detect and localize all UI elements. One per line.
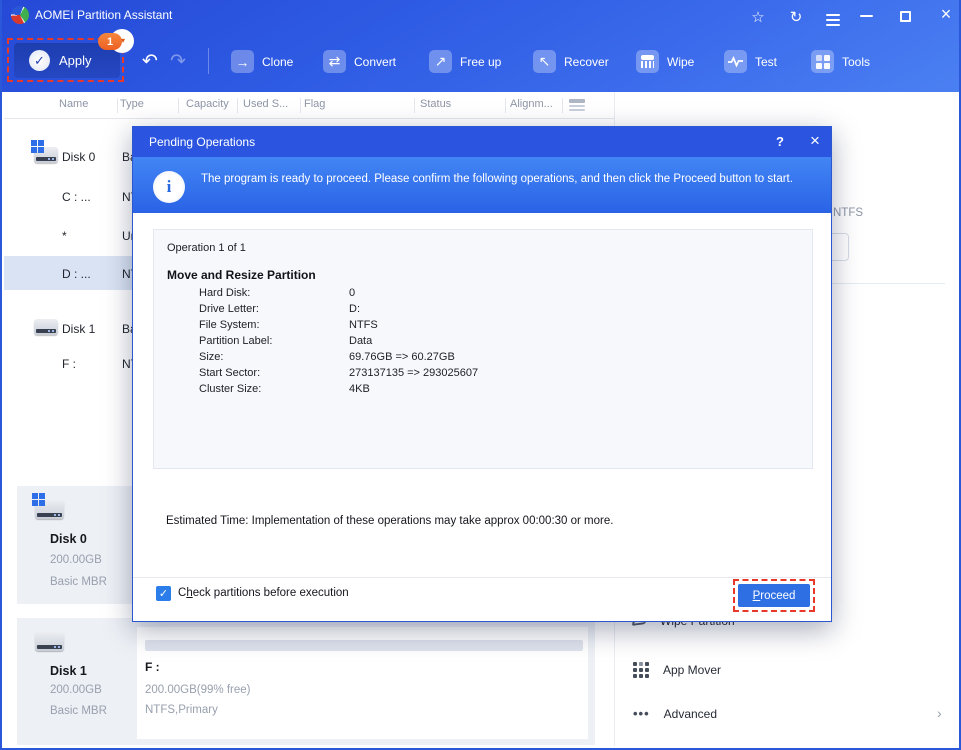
dialog-help-button[interactable]: ? xyxy=(771,134,789,149)
refresh-icon[interactable]: ↻ xyxy=(786,8,806,26)
chevron-right-icon[interactable]: › xyxy=(937,705,942,721)
recover-icon: ↖ xyxy=(533,50,556,73)
column-header-used[interactable]: Used S... xyxy=(243,98,288,110)
apply-badge-count[interactable]: 1 xyxy=(98,33,122,50)
column-header-capacity[interactable]: Capacity xyxy=(186,98,229,110)
pending-operations-dialog: Pending Operations ? × i The program is … xyxy=(132,126,832,622)
convert-icon: ⇄ xyxy=(323,50,346,73)
disk1-card-icon xyxy=(35,632,64,651)
dialog-banner: i The program is ready to proceed. Pleas… xyxy=(133,157,831,213)
maximize-button[interactable] xyxy=(900,11,920,22)
table-row-unallocated[interactable]: * xyxy=(62,229,67,243)
toolbar-freeup-button[interactable]: ↗ Free up xyxy=(429,50,501,73)
column-header-type[interactable]: Type xyxy=(120,98,144,110)
star-icon[interactable]: ☆ xyxy=(748,8,768,26)
undo-button[interactable]: ↶ xyxy=(142,50,158,73)
proceed-button[interactable]: Proceed xyxy=(738,584,810,607)
wipe-icon xyxy=(636,50,659,73)
toolbar-recover-button[interactable]: ↖ Recover xyxy=(533,50,609,73)
toolbar-wipe-button[interactable]: Wipe xyxy=(636,50,694,73)
filesystem-fragment: NTFS xyxy=(833,207,864,219)
info-icon: i xyxy=(153,171,185,203)
op-field: Drive Letter: D: xyxy=(199,303,360,315)
title-toolbar-band: AOMEI Partition Assistant ☆ ↻ × ✓ Apply … xyxy=(2,0,959,92)
op-field: Cluster Size: 4KB xyxy=(199,383,370,395)
partition-f-usage-bar xyxy=(145,640,583,651)
apply-badge-caret-icon[interactable]: ▾ xyxy=(121,36,125,45)
op-field: Start Sector: 273137135 => 293025607 xyxy=(199,367,479,379)
column-header-status[interactable]: Status xyxy=(420,98,451,110)
table-row-f[interactable]: F : xyxy=(62,357,76,371)
op-field: Partition Label: Data xyxy=(199,335,373,347)
toolbar-separator xyxy=(208,48,209,74)
menu-item-advanced[interactable]: ••• Advanced xyxy=(633,706,717,721)
check-partitions-label[interactable]: Check partitions before execution xyxy=(178,587,349,599)
toolbar-tools-button[interactable]: Tools xyxy=(811,50,870,73)
footer-divider xyxy=(133,577,831,578)
menu-item-app-mover[interactable]: App Mover xyxy=(633,662,721,678)
disk0-icon xyxy=(31,140,58,163)
table-row-disk1[interactable]: Disk 1 xyxy=(62,322,95,336)
app-window: AOMEI Partition Assistant ☆ ↻ × ✓ Apply … xyxy=(0,0,961,750)
column-settings-icon[interactable] xyxy=(569,99,585,112)
operation-counter: Operation 1 of 1 xyxy=(167,242,246,254)
toolbar-test-button[interactable]: Test xyxy=(724,50,777,73)
tools-icon xyxy=(811,50,834,73)
free-up-icon: ↗ xyxy=(429,50,452,73)
column-header-alignment[interactable]: Alignm... xyxy=(510,98,553,110)
close-button[interactable]: × xyxy=(936,4,956,25)
estimated-time-text: Estimated Time: Implementation of these … xyxy=(166,515,614,527)
table-row-c[interactable]: C : ... xyxy=(62,190,91,204)
ellipsis-icon: ••• xyxy=(633,706,650,721)
clone-icon: → xyxy=(231,50,254,73)
redo-button[interactable]: ↷ xyxy=(170,50,186,73)
toolbar-convert-button[interactable]: ⇄ Convert xyxy=(323,50,396,73)
op-field: Hard Disk: 0 xyxy=(199,287,356,299)
minimize-button[interactable] xyxy=(860,15,880,17)
operation-name: Move and Resize Partition xyxy=(167,268,316,282)
dialog-close-button[interactable]: × xyxy=(805,131,825,151)
table-row-disk0[interactable]: Disk 0 xyxy=(62,150,95,164)
menu-icon[interactable] xyxy=(826,11,846,29)
op-field: File System: NTFS xyxy=(199,319,378,331)
column-header-flag[interactable]: Flag xyxy=(304,98,325,110)
table-row-d[interactable]: D : ... xyxy=(62,267,91,281)
dialog-title: Pending Operations xyxy=(149,135,256,149)
app-title: AOMEI Partition Assistant xyxy=(35,8,173,22)
banner-text: The program is ready to proceed. Please … xyxy=(201,173,793,185)
toolbar-clone-button[interactable]: → Clone xyxy=(231,50,293,73)
op-field: Size: 69.76GB => 60.27GB xyxy=(199,351,455,363)
check-partitions-checkbox[interactable]: ✓ xyxy=(156,586,171,601)
apply-check-icon: ✓ xyxy=(29,50,50,71)
operations-panel: Operation 1 of 1 Move and Resize Partiti… xyxy=(153,229,813,469)
disk0-card-icon xyxy=(32,493,64,519)
app-grid-icon xyxy=(633,662,649,678)
column-header-name[interactable]: Name xyxy=(59,98,88,110)
test-icon xyxy=(724,50,747,73)
partition-f-card[interactable]: F : 200.00GB(99% free) NTFS,Primary xyxy=(137,627,588,739)
disk1-icon xyxy=(34,319,58,335)
dialog-header[interactable]: Pending Operations ? × xyxy=(133,127,831,157)
app-logo-icon xyxy=(11,6,29,24)
apply-label: Apply xyxy=(59,53,92,68)
